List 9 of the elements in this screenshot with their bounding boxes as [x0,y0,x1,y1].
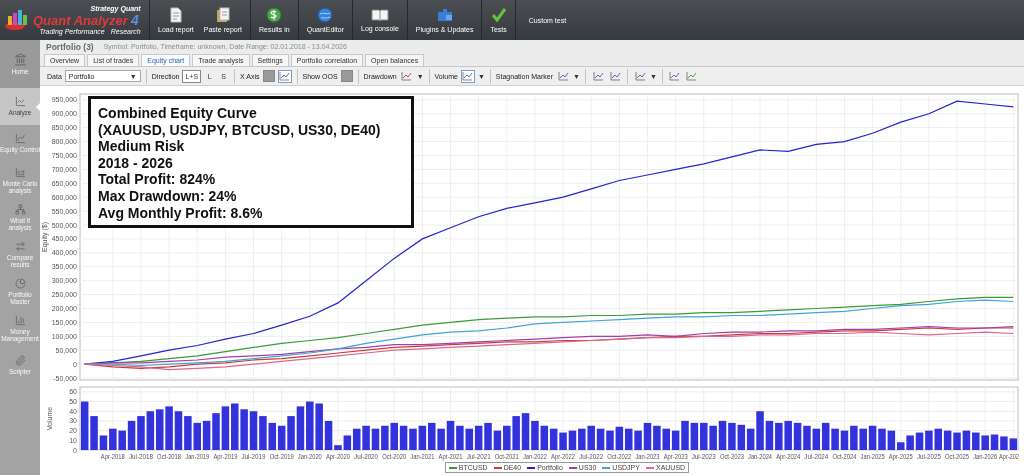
document-title: Portfolio (3) [46,41,94,52]
note-line: Max Drawdown: 24% [98,187,238,205]
note-line: 2018 - 2026 [98,154,174,172]
note-line: Medium Risk [98,138,186,155]
logo-name: Quant Analyzer 4 [33,13,139,27]
note-line: (XAUUSD, USDJPY, BTCUSD, US30, DE40) [98,121,382,139]
note-line: Avg Monthly Profit: 8.6% [98,204,264,222]
note-line: Combined Equity Curve [98,105,258,122]
note-line: Total Profit: 824% [98,171,217,188]
